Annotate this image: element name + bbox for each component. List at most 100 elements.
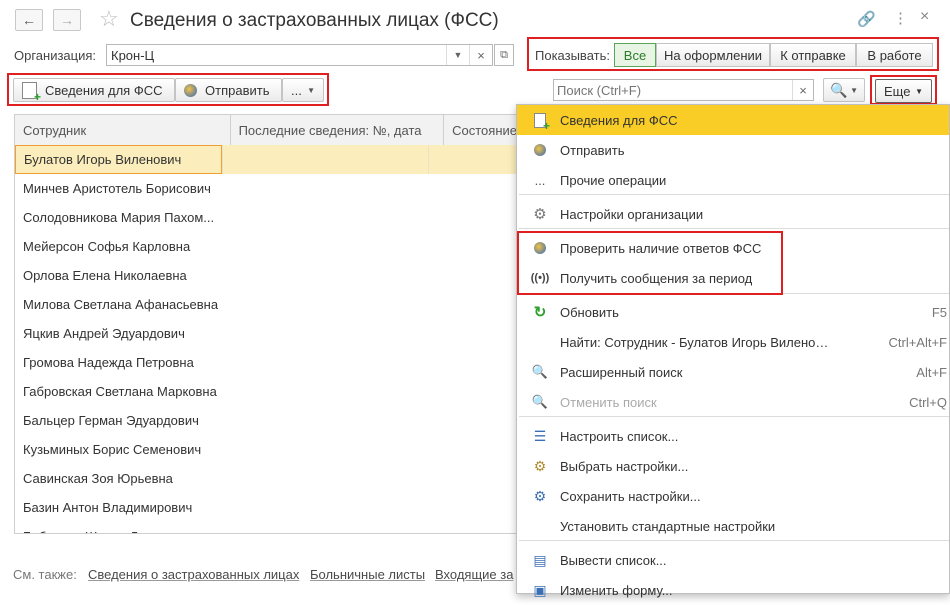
employee-cell: Савинская Зоя Юрьевна	[23, 471, 173, 486]
link-icon[interactable]: 🔗	[857, 10, 876, 28]
empty-cell	[428, 145, 517, 174]
send-globe-icon	[531, 141, 549, 159]
send-globe-icon	[184, 83, 197, 97]
table-row[interactable]: Савинская Зоя Юрьевна	[15, 464, 517, 493]
menu-item-shortcut: Alt+F	[916, 364, 947, 380]
link-insured-info[interactable]: Сведения о застрахованных лицах	[88, 567, 299, 582]
table-row[interactable]: Милова Светлана Афанасьевна	[15, 290, 517, 319]
menu-item-label: Настройки организации	[560, 206, 704, 222]
add-doc-icon: +	[22, 81, 41, 103]
cancel-search-icon: 🔍	[531, 394, 549, 409]
menu-item-shortcut: Ctrl+Alt+F	[888, 334, 947, 350]
star-icon[interactable]: ☆	[99, 6, 119, 32]
table-row[interactable]: Бабичева Жанна Л...	[15, 522, 517, 533]
form-icon: ▣	[533, 581, 547, 598]
dropdown-arrow-icon[interactable]: ▼	[446, 45, 469, 65]
employee-cell: Мейерсон Софья Карловна	[23, 239, 191, 254]
menu-item-label: Изменить форму...	[560, 582, 673, 598]
employee-cell: Базин Антон Владимирович	[23, 500, 193, 515]
table-row[interactable]: Минчев Аристотель Борисович	[15, 174, 517, 203]
employee-cell: Минчев Аристотель Борисович	[23, 181, 211, 196]
menu-item-label: Вывести список...	[560, 552, 667, 568]
table-row[interactable]: Базин Антон Владимирович	[15, 493, 517, 522]
list-settings-icon: ☰	[533, 427, 547, 444]
table-row[interactable]: Мейерсон Софья Карловна	[15, 232, 517, 261]
employee-cell: Яцкив Андрей Эдуардович	[23, 326, 185, 341]
table-row[interactable]: Орлова Елена Николаевна	[15, 261, 517, 290]
menu-item[interactable]: 🔍 Расширенный поиск Alt+F	[517, 357, 949, 387]
dropdown-arrow-icon: ▼	[307, 85, 315, 95]
menu-item[interactable]: Отправить	[517, 135, 949, 165]
arrow-right-icon: →	[60, 12, 74, 28]
arrow-left-icon: ←	[22, 12, 36, 28]
menu-item[interactable]: ↻ Обновить F5	[517, 297, 949, 327]
more-ops-button[interactable]: ... ▼	[282, 78, 324, 102]
more-button[interactable]: Еще ▼	[875, 79, 932, 103]
ellipsis-icon: ...	[534, 172, 546, 188]
choose-settings-icon: ⚙	[533, 457, 547, 474]
more-ops-label: ...	[291, 82, 302, 98]
dropdown-arrow-icon: ▼	[850, 85, 858, 95]
menu-item[interactable]: 🔍 Отменить поиск Ctrl+Q	[517, 387, 949, 417]
filter-to-send-button[interactable]: К отправке	[770, 43, 856, 67]
filter-all-button[interactable]: Все	[614, 43, 656, 67]
menu-item[interactable]: ⚙ Сохранить настройки...	[517, 481, 949, 511]
col-employee-header[interactable]: Сотрудник	[15, 115, 231, 145]
menu-item-label: Выбрать настройки...	[560, 458, 689, 474]
table-row[interactable]: Солодовникова Мария Пахом...	[15, 203, 517, 232]
refresh-icon: ↻	[533, 304, 547, 321]
search-button[interactable]: 🔍 ▼	[823, 78, 865, 102]
print-list-icon: ▤	[533, 551, 547, 568]
forward-button[interactable]: →	[53, 9, 81, 31]
clear-icon[interactable]: ×	[469, 45, 492, 65]
more-button-label: Еще	[884, 83, 911, 99]
menu-item[interactable]: ☰ Настроить список...	[517, 421, 949, 451]
employee-cell: Кузьминых Борис Семенович	[23, 442, 202, 457]
col-status-header[interactable]: Состояние	[444, 115, 517, 145]
open-icon[interactable]: ⧉	[494, 44, 514, 66]
menu-item[interactable]: ⚙ Выбрать настройки...	[517, 451, 949, 481]
table-row[interactable]: Громова Надежда Петровна	[15, 348, 517, 377]
see-also-label: См. также:	[13, 567, 77, 582]
org-label: Организация:	[14, 48, 97, 63]
menu-item-label: Обновить	[560, 304, 619, 320]
org-value: Крон-Ц	[111, 47, 155, 63]
table-row[interactable]: Булатов Игорь Виленович	[15, 145, 517, 174]
menu-item[interactable]: ▣ Изменить форму...	[517, 575, 949, 605]
col-last-info-header[interactable]: Последние сведения: №, дата	[231, 115, 445, 145]
employee-cell: Бальцер Герман Эдуардович	[23, 413, 199, 428]
clear-search-icon[interactable]: ×	[792, 80, 813, 100]
link-sick-leaves[interactable]: Больничные листы	[310, 567, 425, 582]
search-input[interactable]	[554, 80, 792, 100]
table-row[interactable]: Габровская Светлана Марковна	[15, 377, 517, 406]
menu-item[interactable]: Найти: Сотрудник - Булатов Игорь Вилено……	[517, 327, 949, 357]
link-incoming[interactable]: Входящие за	[435, 567, 515, 582]
menu-item[interactable]: ▤ Вывести список...	[517, 545, 949, 575]
menu-item[interactable]: ⚙ Настройки организации	[517, 199, 949, 229]
back-button[interactable]: ←	[15, 9, 43, 31]
menu-item[interactable]: Установить стандартные настройки	[517, 511, 949, 541]
table-row[interactable]: Кузьминых Борис Семенович	[15, 435, 517, 464]
employee-cell: Милова Светлана Афанасьевна	[23, 297, 219, 312]
org-field[interactable]: Крон-Ц ▼ ×	[106, 44, 493, 66]
menu-item-label: Настроить список...	[560, 428, 679, 444]
menu-item-shortcut: F5	[931, 304, 947, 320]
menu-item[interactable]: ... Прочие операции	[517, 165, 949, 195]
table-row[interactable]: Яцкив Андрей Эдуардович	[15, 319, 517, 348]
menu-item[interactable]: + Сведения для ФСС	[517, 105, 949, 135]
filter-in-progress-button[interactable]: На оформлении	[656, 43, 770, 67]
page-title: Сведения о застрахованных лицах (ФСС)	[130, 10, 499, 31]
grid-header: Сотрудник Последние сведения: №, дата Со…	[15, 115, 517, 146]
close-icon[interactable]: ×	[920, 8, 929, 26]
send-label: Отправить	[205, 82, 270, 98]
employee-cell: Солодовникова Мария Пахом...	[23, 210, 215, 225]
search-icon: 🔍	[531, 364, 549, 379]
filter-in-work-button[interactable]: В работе	[856, 43, 933, 67]
employee-grid[interactable]: Сотрудник Последние сведения: №, дата Со…	[14, 114, 518, 534]
gear-icon: ⚙	[533, 206, 547, 223]
create-fss-button[interactable]: + Сведения для ФСС	[13, 78, 175, 103]
table-row[interactable]: Бальцер Герман Эдуардович	[15, 406, 517, 435]
search-field[interactable]: ×	[553, 79, 814, 101]
send-button[interactable]: Отправить	[175, 78, 282, 102]
kebab-menu-icon[interactable]: ⋮	[893, 9, 908, 27]
